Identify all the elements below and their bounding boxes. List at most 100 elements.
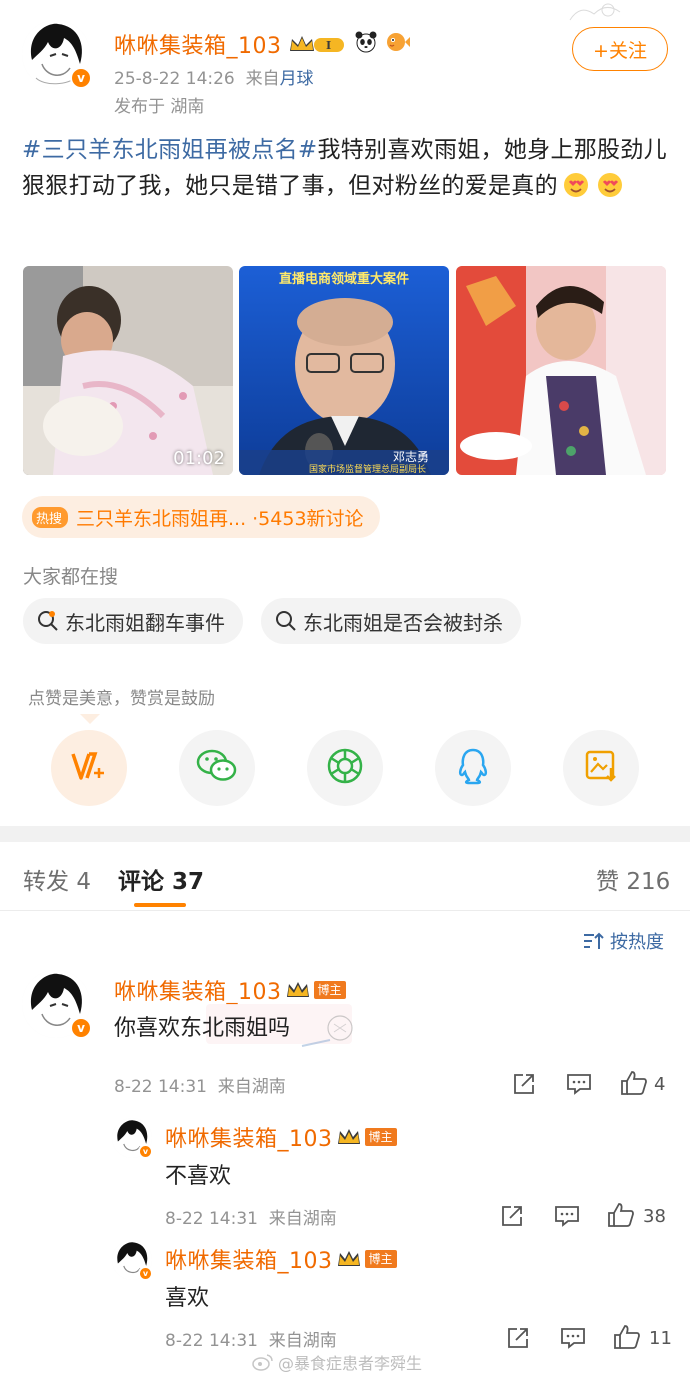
verified-badge-icon: v [138,1266,153,1281]
related-search-title: 大家都在搜 [23,566,119,588]
save-image-icon [583,748,619,788]
hot-search-pill[interactable]: 热搜 三只羊东北雨姐再... ·5453新讨论 [22,496,380,538]
tab-reposts-count: 4 [76,869,91,895]
post-source-prefix: 来自 [245,69,280,89]
comment-author-name[interactable]: 咻咻集装箱_103 [114,974,282,1006]
share-moments-button[interactable] [307,730,383,806]
like-comment-icon[interactable] [613,1324,641,1354]
comment-source: 来自湖南 [217,1077,286,1097]
post-source-link[interactable]: 月球 [280,69,314,89]
post-timestamp: 25-8-22 14:26 [114,69,235,89]
reply-comment-icon[interactable] [554,1204,580,1232]
related-search-chip[interactable]: 东北雨姐是否会被封杀 [261,598,521,644]
tab-reposts[interactable]: 转发 4 [23,862,91,896]
like-comment-icon[interactable] [607,1202,635,1232]
comment-meta: 8-22 14:31 来自湖南 [114,1072,286,1097]
search-icon [275,610,297,632]
share-comment-icon[interactable] [506,1326,530,1354]
tab-likes-label: 赞 [596,869,619,895]
reward-tip-pointer [80,714,100,724]
weibo-watermark: @暴食症患者李舜生 [252,1350,422,1374]
moments-icon [326,747,364,789]
comment-text: 你喜欢东北雨姐吗 [114,1016,291,1041]
corner-decoration [560,0,640,28]
like-count: 38 [643,1206,666,1227]
reply-meta: 8-22 14:31 来自湖南 [165,1204,337,1229]
share-comment-icon[interactable] [512,1072,536,1100]
tab-comments[interactable]: 评论 37 [118,862,204,896]
tv-clip-thumbnail[interactable] [456,266,666,475]
reply-avatar[interactable]: v [112,1240,153,1281]
reply-source: 来自湖南 [268,1209,337,1229]
tab-reposts-label: 转发 [23,869,69,895]
related-search-text: 东北雨姐是否会被封杀 [303,610,503,635]
verified-badge-icon: v [70,67,92,89]
reply-comment-icon[interactable] [560,1326,586,1354]
svg-text:I: I [326,39,331,52]
crown-icon [286,979,310,1001]
section-divider [0,826,690,842]
crown-icon [337,1248,361,1270]
member-level-badge-icon: I [288,32,348,56]
news-image-thumbnail[interactable]: 直播电商领域重大案件 邓志勇 国家市场监督管理总局副局长 [239,266,449,475]
hot-search-label: 热搜 [32,506,69,528]
reply-avatar[interactable]: v [112,1118,153,1159]
heart-face-emoji-icon [596,171,624,210]
reply-meta: 8-22 14:31 来自湖南 [165,1326,337,1351]
blogger-badge: 博主 [364,1128,397,1146]
like-comment-icon[interactable] [620,1070,648,1100]
sort-button[interactable]: 按热度 [582,928,664,954]
sort-icon [582,931,604,951]
verified-badge-icon: v [70,1017,92,1039]
weibo-logo-icon [252,1353,274,1371]
share-comment-icon[interactable] [500,1204,524,1232]
blogger-badge: 博主 [364,1250,397,1268]
post-meta-line: 25-8-22 14:26 来自月球 [114,64,314,89]
active-tab-indicator [134,903,186,907]
related-search-chip[interactable]: 东北雨姐翻车事件 [23,598,243,644]
share-wechat-button[interactable] [179,730,255,806]
post-body: #三只羊东北雨姐再被点名#我特别喜欢雨姐，她身上那股劲儿狠狠打动了我，她只是错了… [22,132,672,210]
panda-badge-icon [354,30,378,58]
heart-face-emoji-icon [562,171,590,210]
reply-author-name[interactable]: 咻咻集装箱_103 [165,1243,333,1275]
reply-time: 8-22 14:31 [165,1209,258,1229]
news-image-banner: 直播电商领域重大案件 [278,272,409,287]
comment-bubble-decoration [300,1010,360,1058]
reward-tip: 点赞是美意，赞赏是鼓励 [28,689,215,709]
search-icon [37,610,59,632]
verified-badge-icon: v [138,1144,153,1159]
reward-button[interactable] [51,730,127,806]
blogger-badge: 博主 [313,981,346,999]
reply-time: 8-22 14:31 [165,1331,258,1351]
watermark-text: @暴食症患者李舜生 [278,1354,423,1373]
like-count: 4 [654,1074,666,1095]
video-duration: 01:02 [173,448,225,469]
share-qq-button[interactable] [435,730,511,806]
pufferfish-badge-icon [384,30,410,58]
reply-source: 来自湖南 [268,1331,337,1351]
qq-icon [456,747,490,789]
video-thumbnail[interactable]: 01:02 [23,266,233,475]
related-search-text: 东北雨姐翻车事件 [65,610,225,635]
reward-v-plus-icon [69,748,109,788]
wechat-icon [196,748,238,788]
follow-button[interactable]: +关注 [572,27,668,71]
tab-comments-count: 37 [172,869,205,895]
comment-time: 8-22 14:31 [114,1077,207,1097]
post-hashtag[interactable]: #三只羊东北雨姐再被点名# [22,137,317,163]
post-location: 发布于 湖南 [114,97,205,117]
hot-search-count: ·5453新讨论 [252,507,364,530]
reply-author-name[interactable]: 咻咻集装箱_103 [165,1121,333,1153]
reply-comment-icon[interactable] [566,1072,592,1100]
save-image-button[interactable] [563,730,639,806]
commenter-avatar[interactable]: v [22,970,92,1039]
tab-likes-count: 216 [626,869,671,895]
hot-search-topic: 三只羊东北雨姐再... [76,507,247,530]
tab-likes[interactable]: 赞 216 [596,862,670,896]
crown-icon [337,1126,361,1148]
author-avatar[interactable]: v [22,20,92,89]
author-name[interactable]: 咻咻集装箱_103 [114,28,282,60]
tab-comments-label: 评论 [118,869,164,895]
sort-label: 按热度 [610,932,664,953]
